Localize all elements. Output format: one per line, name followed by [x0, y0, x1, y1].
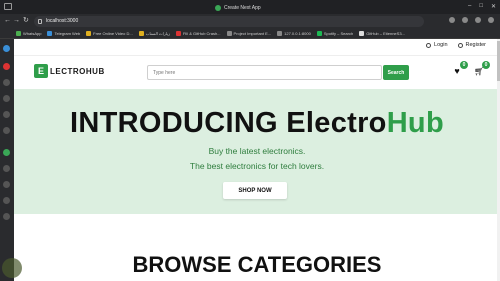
- user-icon: [426, 42, 432, 48]
- bookmark-icon: [16, 31, 21, 36]
- user-plus-icon: [457, 42, 463, 48]
- bookmark-icon: [138, 31, 144, 36]
- search-button[interactable]: Search: [383, 65, 409, 80]
- header-icons: ♥ 0 🛒︎ 0: [452, 61, 490, 76]
- overlay-watermark-icon: [2, 258, 22, 278]
- sidebar-app-icon[interactable]: [3, 197, 10, 204]
- bookmark-item[interactable]: GitHub – EtienneS3...: [359, 31, 405, 36]
- extension-icon[interactable]: [449, 17, 455, 23]
- cart-count-badge: 0: [482, 61, 490, 69]
- reload-icon[interactable]: ↻: [23, 17, 29, 25]
- title-bar: Create Next App – □ ✕: [0, 0, 500, 14]
- search-input[interactable]: [153, 68, 378, 78]
- address-bar[interactable]: localhost:3000: [34, 16, 424, 27]
- bookmark-icon: [86, 31, 92, 36]
- sidebar-app-icon[interactable]: [3, 45, 10, 52]
- hero-title: INTRODUCING ElectroHub: [70, 107, 444, 139]
- minimize-icon[interactable]: –: [468, 3, 471, 10]
- bookmarks-bar: WhatsApp Telegram Web Free Online Video …: [0, 29, 500, 39]
- cart-icon: 🛒︎: [474, 67, 485, 76]
- categories-heading: BROWSE CATEGORIES: [132, 252, 382, 277]
- hero-subtitle-1: Buy the latest electronics.: [208, 146, 306, 156]
- cart-button[interactable]: 🛒︎ 0: [474, 61, 490, 76]
- tab-favicon-icon: [215, 5, 221, 11]
- active-tab[interactable]: Create Next App: [215, 3, 261, 13]
- url-text: localhost:3000: [46, 18, 79, 24]
- bookmark-item[interactable]: Fill & GitHub Crash...: [175, 31, 221, 36]
- bookmark-icon: [316, 31, 322, 36]
- maximize-icon[interactable]: □: [479, 3, 483, 10]
- bookmark-item[interactable]: WhatsApp: [16, 31, 41, 36]
- sidebar-app-icon[interactable]: [3, 111, 10, 118]
- hero-banner: INTRODUCING ElectroHub Buy the latest el…: [14, 89, 500, 214]
- bookmark-item[interactable]: Project Important E...: [226, 31, 271, 36]
- bookmark-icon: [175, 31, 181, 36]
- shop-now-button[interactable]: SHOP NOW: [223, 182, 287, 199]
- tab-title: Create Next App: [224, 5, 261, 11]
- sidebar-app-icon[interactable]: [3, 95, 10, 102]
- tab-overview-icon[interactable]: [4, 3, 12, 10]
- sidebar-app-icon[interactable]: [3, 79, 10, 86]
- sidebar-app-icon[interactable]: [3, 181, 10, 188]
- sidebar-app-icon[interactable]: [3, 63, 10, 70]
- site-logo[interactable]: E LECTROHUB: [34, 64, 105, 78]
- profile-icon[interactable]: [475, 17, 481, 23]
- hero-subtitle-2: The best electronics for tech lovers.: [189, 161, 325, 171]
- address-bar-row: ← → ↻ localhost:3000: [0, 14, 500, 29]
- bookmark-item[interactable]: 127.0.0.1:8000: [277, 31, 311, 36]
- bookmark-item[interactable]: Spotify – Search: [316, 31, 353, 36]
- browser-window: Create Next App – □ ✕ ← → ↻ localhost:30…: [0, 0, 500, 281]
- bookmark-item[interactable]: Telegram Web: [47, 31, 80, 36]
- shopping-bag-icon: E: [34, 64, 48, 78]
- bookmark-icon: [47, 31, 53, 36]
- back-icon[interactable]: ←: [4, 17, 11, 25]
- menu-icon[interactable]: [488, 17, 494, 23]
- bookmark-item[interactable]: زيارات السناب: [138, 31, 170, 36]
- bookmark-icon: [359, 31, 365, 36]
- site-topbar: Login Register: [14, 39, 500, 55]
- sidebar-add-icon[interactable]: [3, 213, 10, 220]
- search-field[interactable]: [147, 65, 382, 80]
- sidebar-app-icon[interactable]: [3, 127, 10, 134]
- close-icon[interactable]: ✕: [491, 3, 496, 10]
- window-controls: – □ ✕: [468, 3, 496, 10]
- register-link[interactable]: Register: [457, 42, 486, 48]
- extension-icon[interactable]: [462, 17, 468, 23]
- account-links: Login Register: [426, 42, 486, 48]
- login-link[interactable]: Login: [426, 42, 448, 48]
- toolbar-icons: [449, 17, 494, 23]
- sidebar-app-icon[interactable]: [3, 149, 10, 156]
- forward-icon[interactable]: →: [13, 17, 20, 25]
- logo-text: LECTROHUB: [50, 66, 105, 76]
- site-header: E LECTROHUB Search ♥ 0 🛒︎ 0: [14, 55, 500, 89]
- sidebar-app-icon[interactable]: [3, 165, 10, 172]
- wishlist-count-badge: 0: [460, 61, 468, 69]
- browser-sidebar: [0, 39, 14, 281]
- bookmark-icon: [277, 31, 283, 36]
- wishlist-button[interactable]: ♥ 0: [452, 61, 468, 76]
- bookmark-icon: [226, 31, 232, 36]
- heart-icon: ♥: [454, 66, 460, 76]
- web-page: Login Register E LECTROHUB Search ♥ 0 🛒︎: [14, 39, 500, 281]
- bookmark-item[interactable]: Free Online Video D...: [86, 31, 133, 36]
- site-info-icon[interactable]: [38, 19, 42, 24]
